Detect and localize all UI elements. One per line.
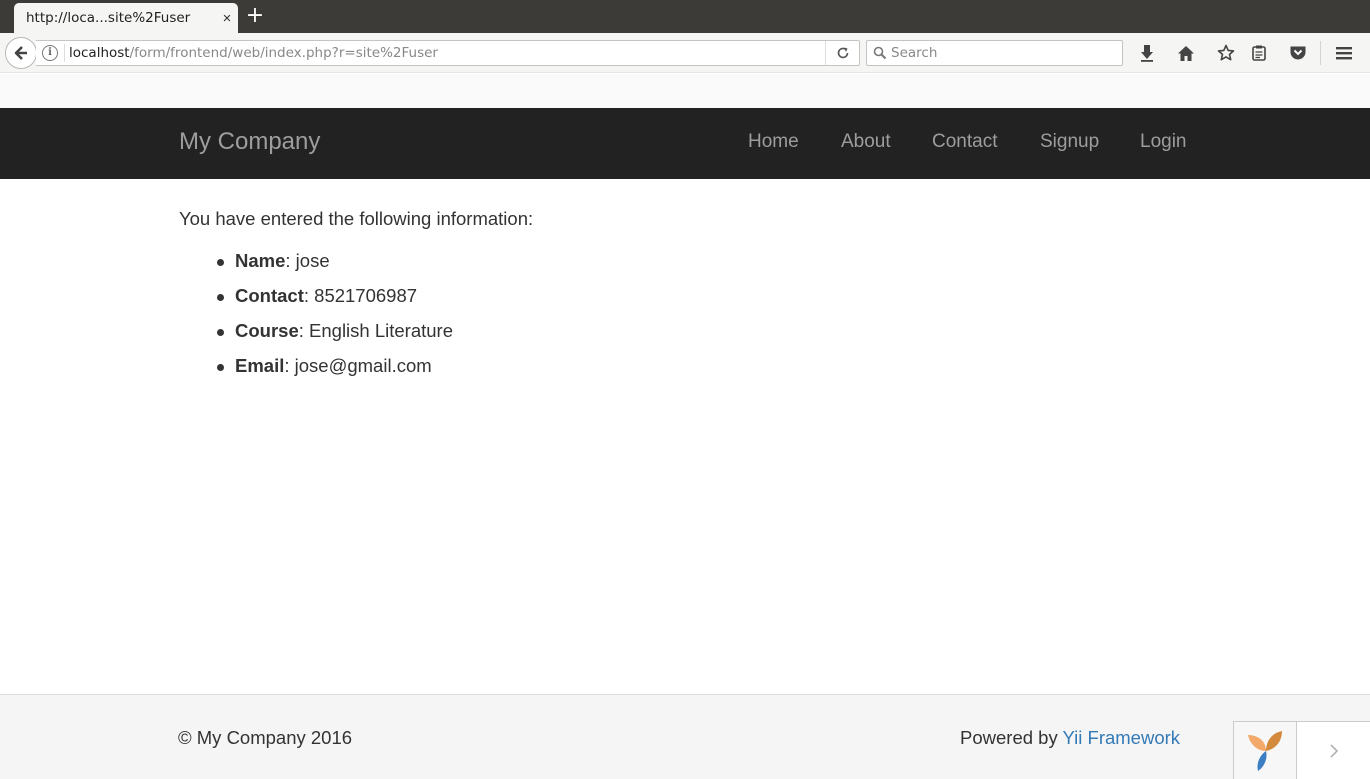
url-separator <box>64 44 65 62</box>
home-icon[interactable] <box>1176 43 1196 63</box>
nav-signup[interactable]: Signup <box>1040 131 1099 153</box>
search-bar[interactable]: Search <box>866 40 1123 66</box>
new-tab-button[interactable]: + <box>244 4 266 28</box>
browser-tab[interactable]: http://loca...site%2Fuser × <box>14 3 238 33</box>
downloads-icon[interactable] <box>1137 43 1157 63</box>
field-value: : jose <box>285 250 330 271</box>
yii-framework-link[interactable]: Yii Framework <box>1063 727 1181 748</box>
bookmark-star-icon[interactable] <box>1216 43 1236 63</box>
reload-button[interactable] <box>825 41 859 65</box>
chevron-right-icon <box>1329 743 1338 758</box>
info-item-email: Email: jose@gmail.com <box>215 355 453 390</box>
footer: © My Company 2016 Powered by Yii Framewo… <box>0 694 1370 779</box>
url-input[interactable]: localhost/form/frontend/web/index.php?r=… <box>69 45 825 61</box>
yii-logo-icon[interactable] <box>1234 722 1297 779</box>
reload-icon <box>837 47 848 59</box>
url-path: /form/frontend/web/index.php?r=site%2Fus… <box>129 45 438 61</box>
powered-prefix: Powered by <box>960 727 1063 748</box>
back-arrow-icon <box>14 46 27 60</box>
yii-debug-toolbar <box>1233 721 1370 779</box>
pocket-icon[interactable] <box>1288 43 1308 63</box>
toolbar-separator <box>1320 41 1321 65</box>
brand-link[interactable]: My Company <box>179 128 320 156</box>
field-value: : 8521706987 <box>303 285 418 306</box>
url-bar[interactable]: i localhost/form/frontend/web/index.php?… <box>36 40 860 66</box>
info-item-course: Course: English Literature <box>215 320 453 355</box>
footer-copyright: © My Company 2016 <box>178 727 353 748</box>
field-label: Email <box>235 355 285 376</box>
site-navbar: My Company Home About Contact Signup Log… <box>0 108 1370 179</box>
info-item-contact: Contact: 8521706987 <box>215 285 453 320</box>
tab-close-icon[interactable]: × <box>216 10 238 27</box>
intro-text: You have entered the following informati… <box>179 208 534 229</box>
nav-about[interactable]: About <box>841 131 891 153</box>
nav-home[interactable]: Home <box>748 131 799 153</box>
field-value: : jose@gmail.com <box>284 355 432 376</box>
footer-powered-by: Powered by Yii Framework <box>960 727 1180 749</box>
page-top-spacer <box>0 74 1370 108</box>
field-label: Contact <box>235 285 304 306</box>
nav-contact[interactable]: Contact <box>932 131 997 153</box>
info-list: Name: jose Contact: 8521706987 Course: E… <box>215 250 453 390</box>
search-input[interactable]: Search <box>891 45 937 61</box>
browser-toolbar: i localhost/form/frontend/web/index.php?… <box>0 33 1370 73</box>
reading-list-icon[interactable] <box>1249 43 1269 63</box>
info-item-name: Name: jose <box>215 250 453 285</box>
field-label: Course <box>235 320 299 341</box>
hamburger-menu-icon[interactable] <box>1334 43 1354 63</box>
browser-tabstrip: http://loca...site%2Fuser × + <box>0 0 1370 33</box>
field-label: Name <box>235 250 286 271</box>
back-button[interactable] <box>5 37 37 69</box>
field-value: : English Literature <box>298 320 454 341</box>
search-icon <box>873 46 887 60</box>
site-info-icon[interactable]: i <box>42 45 58 61</box>
nav-login[interactable]: Login <box>1140 131 1187 153</box>
url-host: localhost <box>69 45 130 61</box>
tab-title: http://loca...site%2Fuser <box>26 10 191 26</box>
debug-toolbar-toggle[interactable] <box>1297 722 1370 779</box>
